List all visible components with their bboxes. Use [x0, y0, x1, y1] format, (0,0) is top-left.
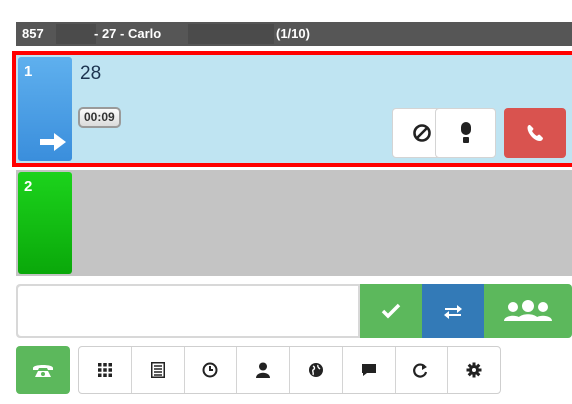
extension-number: 857 — [22, 26, 44, 41]
line-2-panel[interactable]: 2 — [16, 170, 572, 276]
redacted-block — [188, 24, 274, 44]
caller-info: - 27 - Carlo — [94, 26, 162, 41]
line-1-tab[interactable]: 1 — [18, 57, 72, 161]
mute-icon — [460, 122, 471, 143]
arrow-right-icon — [40, 133, 66, 151]
conference-button[interactable] — [484, 284, 572, 338]
globe-icon — [308, 363, 323, 377]
history-button[interactable] — [185, 347, 238, 393]
phone-button[interactable] — [16, 346, 70, 394]
list-button[interactable] — [132, 347, 185, 393]
transfer-button[interactable] — [422, 284, 484, 338]
caller-number: 28 — [80, 63, 102, 84]
line-number: 1 — [24, 63, 33, 80]
contacts-button[interactable] — [237, 347, 290, 393]
list-icon — [150, 362, 165, 378]
chat-button[interactable] — [343, 347, 396, 393]
line-1-panel[interactable]: 1 28 00:09 — [16, 55, 572, 163]
block-icon — [413, 124, 431, 142]
line-number: 2 — [24, 178, 33, 195]
call-confirm-button[interactable] — [360, 284, 422, 338]
conference-icon — [504, 300, 552, 321]
forward-icon — [413, 363, 428, 378]
dialpad-icon — [97, 363, 112, 377]
contact-icon — [256, 362, 271, 378]
dial-input[interactable] — [18, 286, 358, 336]
line-2-tab[interactable]: 2 — [18, 172, 72, 274]
title-bar: 857 - 27 - Carlo (1/10) — [16, 22, 572, 46]
phone-icon — [33, 365, 53, 377]
call-count: (1/10) — [276, 26, 310, 41]
check-icon — [381, 303, 401, 319]
web-button[interactable] — [290, 347, 343, 393]
dialpad-button[interactable] — [79, 347, 132, 393]
hangup-icon — [527, 125, 543, 141]
toolbar — [78, 346, 501, 394]
transfer-icon — [444, 305, 462, 319]
redacted-block — [56, 24, 96, 44]
dial-row — [16, 284, 572, 338]
history-icon — [202, 362, 218, 378]
settings-icon — [466, 362, 482, 378]
hangup-button[interactable] — [504, 108, 566, 158]
mute-button[interactable] — [435, 108, 496, 158]
settings-button[interactable] — [448, 347, 500, 393]
call-timer: 00:09 — [78, 107, 121, 128]
chat-icon — [361, 364, 376, 376]
forward-button[interactable] — [396, 347, 449, 393]
